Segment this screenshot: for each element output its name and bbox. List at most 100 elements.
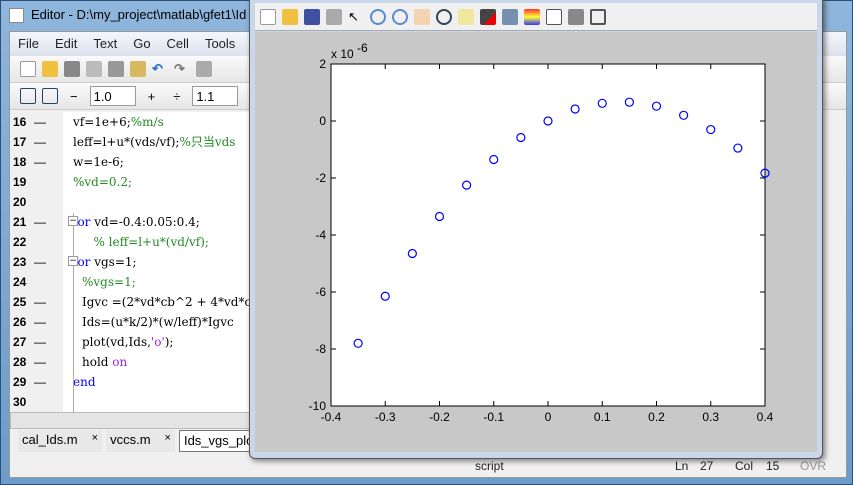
code-line[interactable]: vf=1e+6;%m/s xyxy=(73,112,164,132)
fold-toggle-icon[interactable]: − xyxy=(68,216,78,226)
tab-close-icon[interactable]: × xyxy=(165,432,171,450)
breakpoint-marker[interactable]: — xyxy=(34,212,46,232)
breakpoint-marker[interactable]: — xyxy=(34,352,46,372)
line-number: 24 xyxy=(10,272,60,292)
breakpoint-marker[interactable]: — xyxy=(34,312,46,332)
code-line[interactable]: hold on xyxy=(82,352,127,372)
breakpoint-marker[interactable]: — xyxy=(34,252,46,272)
cut-icon[interactable] xyxy=(86,61,102,77)
status-col: 15 xyxy=(766,459,780,473)
colorbar-icon[interactable] xyxy=(524,8,540,25)
undo-icon[interactable]: ↶ xyxy=(152,61,168,77)
line-number-text: 28 xyxy=(13,355,27,369)
menu-go[interactable]: Go xyxy=(125,32,158,56)
exponent-value: -6 xyxy=(357,41,368,55)
breakpoint-marker[interactable]: — xyxy=(34,332,46,352)
fold-line xyxy=(73,213,74,413)
code-line[interactable]: %vgs=1; xyxy=(82,272,136,292)
status-ovr: OVR xyxy=(800,459,827,473)
code-line[interactable]: Ids=(u*k/2)*(w/leff)*Igvc xyxy=(82,312,234,332)
legend-icon[interactable] xyxy=(546,8,562,25)
breakpoint-marker[interactable]: — xyxy=(34,152,46,172)
open-folder-icon[interactable] xyxy=(42,61,58,77)
y-tick-label: -6 xyxy=(315,285,326,299)
save-icon[interactable] xyxy=(64,61,80,77)
print-figure-icon[interactable] xyxy=(326,8,342,25)
line-number-text: 29 xyxy=(13,375,27,389)
line-number-text: 19 xyxy=(13,175,27,189)
cell-break-icon[interactable] xyxy=(42,88,58,104)
figure-window: ↖ -0.4 -0.3 -0.2 -0.1 0 0.1 0.2 0.3 0.4 2 0 -2 -4 -6-… xyxy=(249,0,823,459)
edit-plot-arrow-icon[interactable]: ↖ xyxy=(348,9,364,25)
axes-box xyxy=(330,63,766,407)
status-ln-label: Ln xyxy=(675,459,689,473)
print-icon[interactable] xyxy=(196,61,212,77)
menu-file[interactable]: File xyxy=(10,32,47,56)
code-area[interactable]: 16 — vf=1e+6;%m/s 17 — leff=l+u*(vds/vf);%只当v… xyxy=(10,112,259,413)
rotate-3d-icon[interactable] xyxy=(436,8,452,25)
x-tick-label: -0.2 xyxy=(429,410,450,424)
new-file-icon[interactable] xyxy=(20,61,36,77)
code-line[interactable]: %vd=0.2; xyxy=(73,172,132,192)
pan-hand-icon[interactable] xyxy=(414,8,430,25)
code-line[interactable]: plot(vd,Ids,'o'); xyxy=(82,332,173,352)
file-tab[interactable]: Ids_vgs_plo xyxy=(178,430,259,452)
line-number: 22 xyxy=(10,232,60,252)
code-line[interactable]: leff=l+u*(vds/vf);%只当vds xyxy=(73,132,235,152)
menu-text[interactable]: Text xyxy=(85,32,125,56)
status-col-label: Col xyxy=(735,459,754,473)
code-line[interactable]: for vd=-0.4:0.05:0.4; xyxy=(73,212,200,232)
brush-icon[interactable] xyxy=(480,8,496,25)
x-tick-label: 0.1 xyxy=(594,410,611,424)
line-number-text: 20 xyxy=(13,195,27,209)
code-line[interactable]: end xyxy=(73,372,96,392)
horizontal-scrollbar[interactable] xyxy=(10,412,250,429)
insert-cell-icon[interactable] xyxy=(20,88,36,104)
divide-button[interactable]: ÷ xyxy=(167,89,186,104)
breakpoint-marker[interactable]: — xyxy=(34,132,46,152)
x-tick-label: -0.3 xyxy=(375,410,396,424)
y-tick-label: -4 xyxy=(315,228,326,242)
editor-app-icon xyxy=(9,8,24,23)
scale-value-input[interactable]: 1.1 xyxy=(192,86,239,106)
code-line[interactable]: Igvc =(2*vd*cb^2 + 4*vd*cb xyxy=(82,292,259,312)
breakpoint-marker[interactable]: — xyxy=(34,372,46,392)
data-cursor-icon[interactable] xyxy=(458,8,474,25)
code-line[interactable]: w=1e-6; xyxy=(73,152,124,172)
line-number: 18 — xyxy=(10,152,60,172)
save-figure-icon[interactable] xyxy=(304,8,320,25)
gutter xyxy=(60,112,63,412)
y-tick-label: 2 xyxy=(319,57,326,71)
line-number-text: 17 xyxy=(13,135,27,149)
file-tab[interactable]: vccs.m × xyxy=(106,430,175,452)
line-number-text: 24 xyxy=(13,275,27,289)
fold-toggle-icon[interactable]: − xyxy=(68,256,78,266)
file-tab[interactable]: cal_Ids.m × xyxy=(18,430,103,452)
y-tick-label: -10 xyxy=(309,399,327,413)
new-figure-icon[interactable] xyxy=(260,8,276,25)
increment-value-input[interactable]: 1.0 xyxy=(89,86,136,106)
link-plot-icon[interactable] xyxy=(502,8,518,25)
open-file-icon[interactable] xyxy=(282,8,298,25)
decrement-button[interactable]: − xyxy=(64,89,84,104)
menu-edit[interactable]: Edit xyxy=(47,32,85,56)
menu-cell[interactable]: Cell xyxy=(159,32,197,56)
tab-close-icon[interactable]: × xyxy=(92,432,98,450)
code-line[interactable]: for vgs=1; xyxy=(73,252,137,272)
breakpoint-marker[interactable]: — xyxy=(34,292,46,312)
show-plot-tools-icon[interactable] xyxy=(590,8,606,25)
line-number-text: 21 xyxy=(13,215,27,229)
figure-toolbar: ↖ xyxy=(255,3,817,31)
hide-plot-tools-icon[interactable] xyxy=(568,8,584,25)
code-line[interactable]: % leff=l+u*(vd/vf); xyxy=(82,232,209,252)
paste-icon[interactable] xyxy=(130,61,146,77)
line-number-text: 26 xyxy=(13,315,27,329)
copy-icon[interactable] xyxy=(108,61,124,77)
menu-tools[interactable]: Tools xyxy=(197,32,243,56)
redo-icon[interactable]: ↷ xyxy=(174,61,190,77)
increment-button[interactable]: + xyxy=(142,89,162,104)
breakpoint-marker[interactable]: — xyxy=(34,112,46,132)
zoom-in-icon[interactable] xyxy=(370,8,386,25)
line-number: 30 xyxy=(10,392,60,412)
zoom-out-icon[interactable] xyxy=(392,8,408,25)
